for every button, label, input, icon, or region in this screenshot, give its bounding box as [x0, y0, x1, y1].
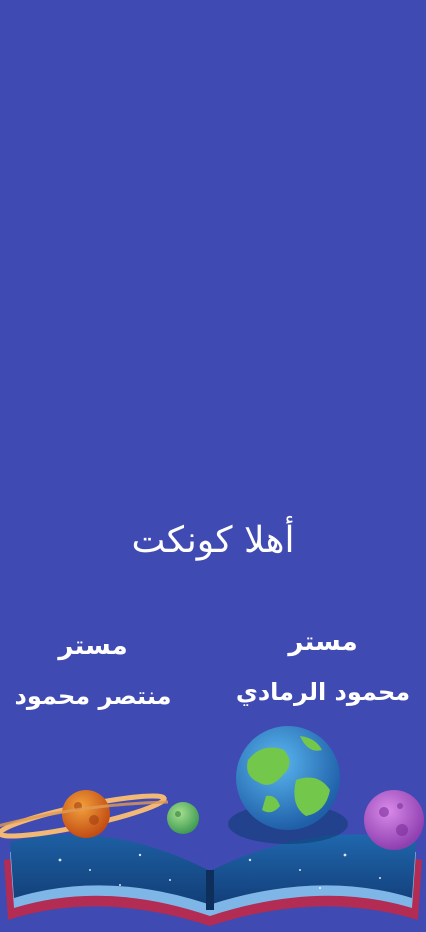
contact-name: محمود الرمادي [235, 678, 411, 706]
contact-title: مستر [288, 627, 358, 657]
contact-title: مستر [58, 631, 128, 661]
app-screen: أهلا كونكت مستر منتصر محمود مستر محمود ا… [0, 0, 426, 932]
contact-card-montaser[interactable]: مستر منتصر محمود [0, 624, 198, 724]
contact-card-mahmoud[interactable]: مستر محمود الرمادي [218, 620, 426, 720]
welcome-heading: أهلا كونكت [131, 520, 295, 561]
open-book-planets-icon [0, 726, 424, 926]
contact-name: منتصر محمود [14, 682, 172, 710]
